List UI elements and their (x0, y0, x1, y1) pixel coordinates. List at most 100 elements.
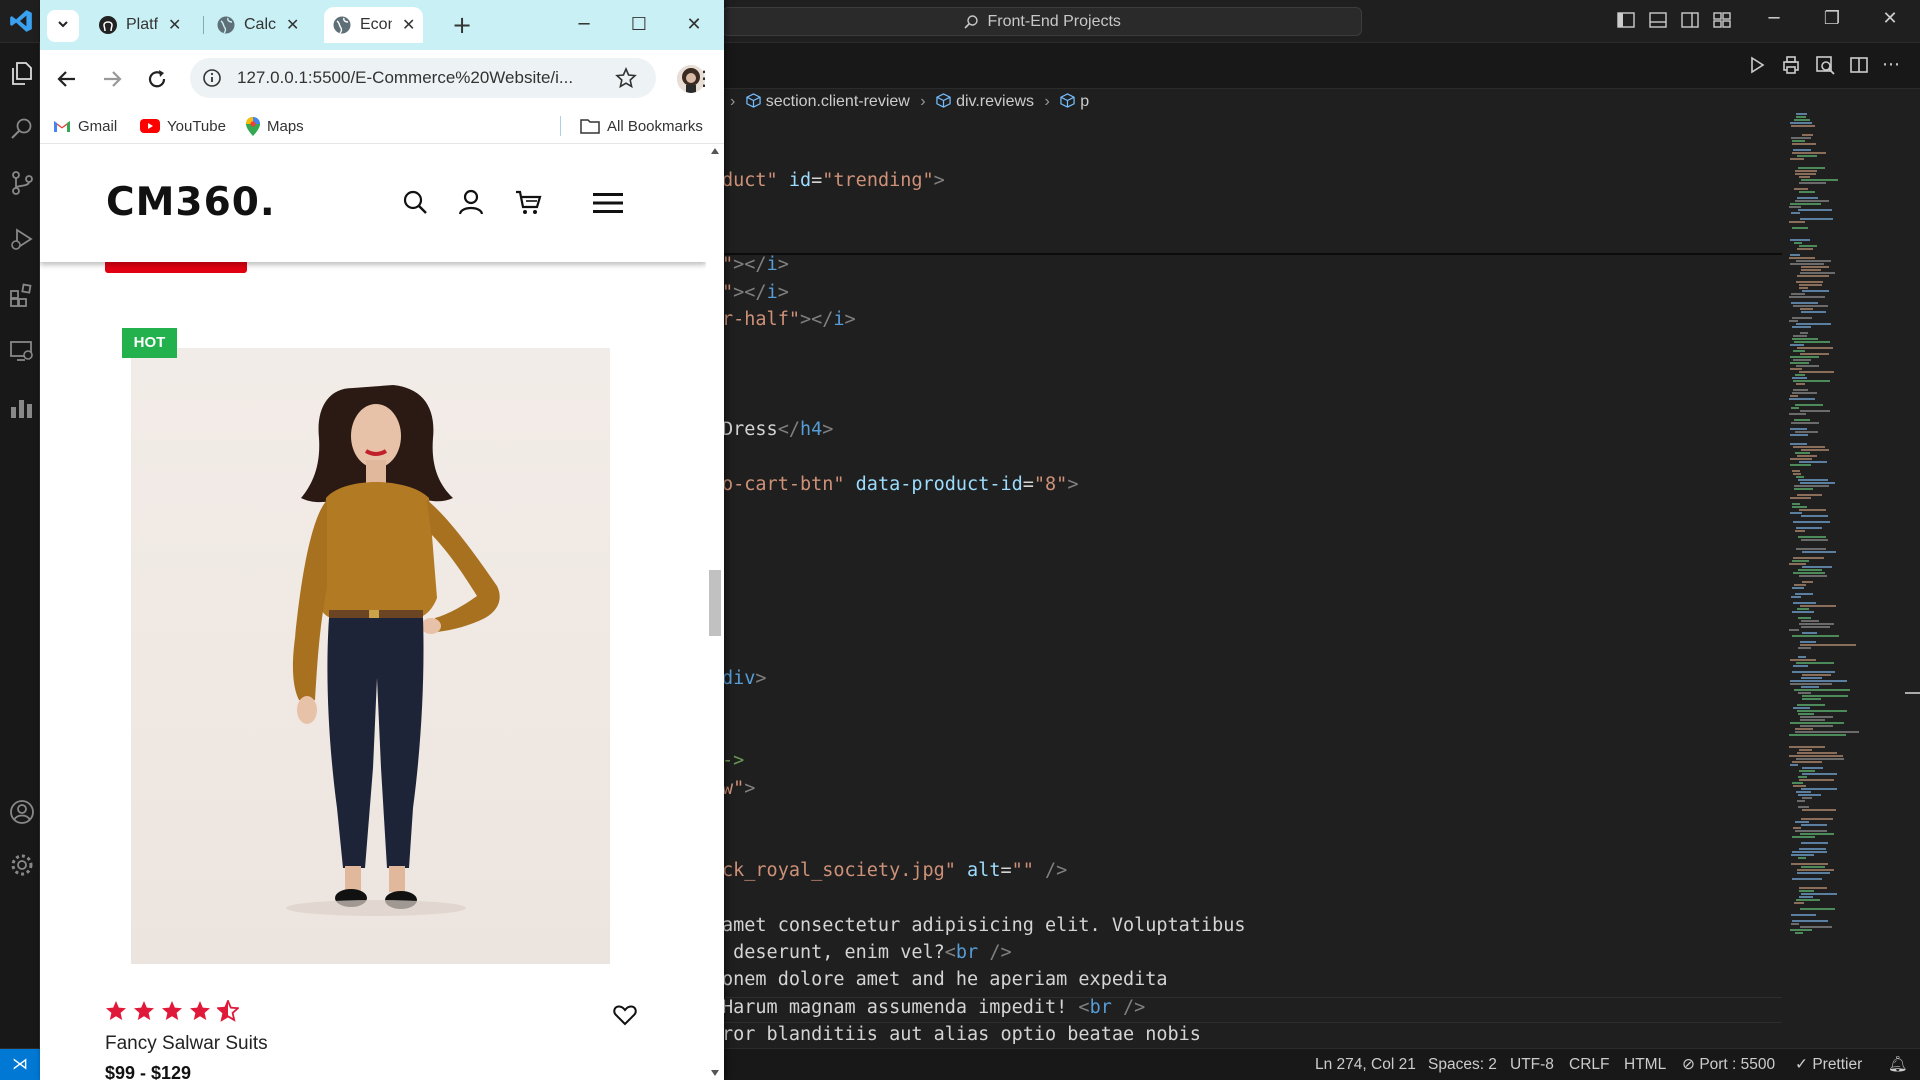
more-menu-icon[interactable]: ⋮ (691, 66, 717, 92)
browser-tab-active[interactable]: Econ ✕ (324, 7, 424, 43)
bookmark-youtube[interactable]: YouTube (140, 108, 226, 144)
page-scrollbar[interactable] (706, 144, 724, 1080)
explorer-icon[interactable] (8, 59, 36, 87)
browser-tab[interactable]: Calc ✕ (208, 7, 307, 43)
code-line: onem dolore amet and he aperiam expedita (722, 969, 1168, 990)
remote-indicator-icon[interactable]: ⋊ (0, 1049, 40, 1080)
scrollbar-thumb[interactable] (709, 570, 721, 636)
customize-layout-icon[interactable] (1712, 10, 1732, 30)
code-token: > (844, 309, 856, 330)
all-bookmarks-folder[interactable]: All Bookmarks (580, 108, 703, 144)
close-window-icon[interactable]: ✕ (682, 13, 706, 37)
tab-search-dropdown[interactable] (47, 10, 79, 42)
minimap-line (1794, 242, 1802, 244)
forward-arrow-icon[interactable] (99, 66, 125, 92)
minimap-line (1798, 209, 1832, 211)
minimap-line (1802, 551, 1836, 553)
toggle-primary-sidebar-icon[interactable] (1616, 10, 1636, 30)
scroll-up-arrow-icon[interactable] (711, 148, 719, 154)
minimap-line (1790, 356, 1819, 358)
print-icon[interactable] (1780, 54, 1802, 76)
close-tab-icon[interactable]: ✕ (168, 15, 181, 35)
close-tab-icon[interactable]: ✕ (286, 15, 299, 35)
product-name[interactable]: Fancy Salwar Suits (105, 1033, 268, 1055)
minimap-line (1796, 476, 1804, 478)
language-mode[interactable]: HTML (1624, 1049, 1666, 1080)
minimap-line (1792, 392, 1817, 394)
code-token: > (744, 778, 756, 799)
minimap[interactable] (1785, 113, 1905, 934)
run-icon[interactable] (1746, 54, 1768, 76)
prettier-status[interactable]: ✓ Prettier (1795, 1049, 1862, 1080)
user-icon[interactable] (457, 188, 485, 216)
scroll-down-arrow-icon[interactable] (711, 1070, 719, 1076)
wishlist-heart-icon[interactable] (612, 1002, 638, 1028)
site-logo[interactable]: CM360. (106, 180, 276, 225)
end-of-line[interactable]: CRLF (1569, 1049, 1609, 1080)
minimap-line (1795, 173, 1816, 175)
maximize-window-icon[interactable]: ☐ (627, 13, 651, 37)
back-arrow-icon[interactable] (54, 66, 80, 92)
chart-extension-icon[interactable] (8, 393, 36, 421)
cursor-position[interactable]: Ln 274, Col 21 (1315, 1049, 1416, 1080)
bookmark-maps[interactable]: Maps (246, 108, 304, 144)
site-info-icon[interactable] (202, 68, 222, 88)
product-image[interactable] (131, 348, 610, 964)
minimap-line (1801, 449, 1829, 451)
restore-window-icon[interactable]: ❐ (1818, 8, 1846, 36)
command-center-search[interactable]: Front-End Projects (722, 7, 1362, 36)
no-entry-icon: ⊘ (1682, 1056, 1695, 1073)
encoding[interactable]: UTF-8 (1510, 1049, 1554, 1080)
code-token: ck_royal_society.jpg" (722, 860, 956, 881)
accounts-icon[interactable] (8, 798, 36, 826)
remote-explorer-icon[interactable] (8, 337, 36, 365)
minimap-line (1792, 671, 1835, 673)
bookmark-gmail[interactable]: Gmail (53, 108, 117, 144)
minimize-window-icon[interactable]: ─ (572, 13, 596, 37)
minimap-line (1799, 770, 1815, 772)
minimap-line (1802, 632, 1817, 634)
search-icon[interactable] (401, 188, 429, 216)
run-debug-icon[interactable] (8, 225, 36, 253)
bookmark-label: Gmail (78, 117, 118, 135)
new-tab-button[interactable]: + (446, 10, 478, 42)
minimap-line (1797, 752, 1837, 754)
search-icon[interactable] (8, 115, 36, 143)
minimap-line (1801, 686, 1819, 688)
minimap-line (1802, 773, 1837, 775)
reload-icon[interactable] (144, 66, 170, 92)
toggle-panel-icon[interactable] (1648, 10, 1668, 30)
extensions-icon[interactable] (8, 281, 36, 309)
hamburger-menu-icon[interactable] (592, 188, 624, 218)
toggle-secondary-sidebar-icon[interactable] (1680, 10, 1700, 30)
minimap-line (1792, 140, 1805, 142)
open-preview-icon[interactable] (1814, 54, 1836, 76)
address-bar[interactable]: 127.0.0.1:5500/E-Commerce%20Website/i... (190, 58, 656, 98)
source-control-icon[interactable] (8, 169, 36, 197)
close-window-icon[interactable]: ✕ (1876, 8, 1904, 36)
cart-icon[interactable] (514, 188, 542, 216)
code-token: data-product-id (855, 474, 1023, 495)
minimap-line (1799, 779, 1834, 781)
settings-gear-icon[interactable] (8, 851, 36, 879)
star-icon (189, 1000, 211, 1022)
code-token: > (777, 254, 789, 275)
split-editor-icon[interactable] (1848, 54, 1870, 76)
code-editor[interactable]: duct" id="trending"> "></i> "></i> r-hal… (720, 118, 1790, 1048)
breadcrumb-item[interactable]: p (1060, 93, 1089, 110)
indentation[interactable]: Spaces: 2 (1428, 1049, 1497, 1080)
page-viewport[interactable]: CM360. HOT Fancy Salwar Suits $99 - $129 (40, 144, 706, 1080)
notifications-bell-icon[interactable]: 🔔︎ (1888, 1049, 1908, 1080)
close-tab-icon[interactable]: ✕ (402, 15, 415, 35)
minimize-window-icon[interactable]: ─ (1760, 8, 1788, 36)
browser-tab[interactable]: Platf ✕ (90, 7, 189, 43)
live-server-port[interactable]: ⊘ Port : 5500 (1682, 1049, 1775, 1080)
minimap-line (1793, 389, 1808, 391)
breadcrumb-item[interactable]: div.reviews (936, 93, 1034, 110)
minimap-line (1797, 494, 1822, 496)
more-actions-icon[interactable]: ⋯ (1882, 54, 1904, 76)
breadcrumb-item[interactable]: section.client-review (746, 93, 910, 110)
bookmark-star-icon[interactable] (615, 67, 637, 89)
minimap-line (1795, 200, 1829, 202)
code-token: i (833, 309, 845, 330)
